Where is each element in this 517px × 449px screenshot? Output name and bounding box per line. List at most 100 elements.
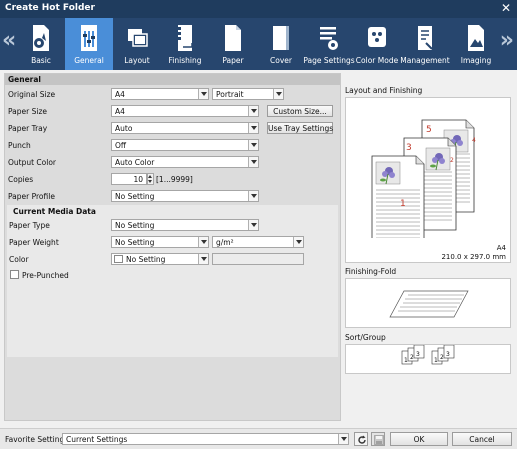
imaging-icon [468,25,484,51]
sort-group-preview: 1 2 3 1 2 3 [345,344,511,374]
output-color-select[interactable]: Auto Color [111,156,259,168]
custom-size-button[interactable]: Custom Size... [267,105,333,117]
fold-illustration [389,290,469,318]
page-number: 4 [472,137,476,144]
finishing-fold-title: Finishing-Fold [345,267,397,276]
paper-size-name: A4 [496,244,506,252]
tab-color-mode[interactable]: Color Mode [353,18,401,70]
ok-button[interactable]: OK [390,432,448,446]
output-color-label: Output Color [8,158,57,167]
sort-number: 2 [410,354,414,361]
sort-number: 3 [416,351,420,358]
punch-value: Off [115,141,127,150]
orientation-value: Portrait [216,90,244,99]
paper-weight-select[interactable]: No Setting [111,236,209,248]
sort-illustration: 1 2 3 1 2 3 [401,344,455,365]
chevron-down-icon [201,240,207,244]
output-color-value: Auto Color [115,158,155,167]
paper-size-dimensions: 210.0 x 297.0 mm [441,253,506,261]
color-mode-icon [368,27,386,47]
stepper-up-icon[interactable] [148,175,152,178]
chevron-down-icon [201,92,207,96]
tab-imaging[interactable]: Imaging [452,18,500,70]
paper-profile-value: No Setting [115,192,155,201]
function-toolbar: « Basic General Layout Finishing Paper C… [0,18,517,70]
copies-stepper[interactable] [147,173,154,185]
pre-punched-label: Pre-Punched [22,271,69,280]
orientation-select[interactable]: Portrait [212,88,284,100]
paper-size-value: A4 [115,107,125,116]
paper-type-select[interactable]: No Setting [111,219,259,231]
close-icon[interactable]: ✕ [501,1,511,15]
page-number: 2 [450,157,454,164]
tab-paper[interactable]: Paper [209,18,257,70]
title-bar: Create Hot Folder ✕ [0,0,517,18]
stepper-down-icon[interactable] [148,180,152,183]
paper-icon [225,25,241,51]
chevron-down-icon [251,143,257,147]
punch-select[interactable]: Off [111,139,259,151]
chevron-down-icon [251,223,257,227]
tab-label: Imaging [460,56,492,65]
sort-number: 1 [434,357,438,364]
paper-weight-value: No Setting [115,238,155,247]
tab-cover[interactable]: Cover [257,18,305,70]
color-label: Color [9,255,29,264]
save-icon [374,435,384,445]
color-select[interactable]: No Setting [111,253,209,265]
tab-finishing[interactable]: Finishing [161,18,209,70]
paper-profile-label: Paper Profile [8,192,55,201]
refresh-icon [358,435,366,444]
sort-number: 3 [446,351,450,358]
section-header-media: Current Media Data [13,207,96,216]
tab-management[interactable]: Management [400,18,450,70]
finishing-icon [178,25,193,51]
chevron-down-icon [276,92,282,96]
use-tray-settings-button[interactable]: Use Tray Settings [267,122,333,134]
chevron-down-icon [251,194,257,198]
page-number: 1 [400,199,406,209]
page-number: 5 [426,125,432,135]
favorite-setting-value: Current Settings [66,435,128,444]
paper-tray-value: Auto [115,124,133,133]
finishing-fold-preview [345,278,511,328]
cancel-button[interactable]: Cancel [452,432,512,446]
favorite-setting-label: Favorite Setting [5,435,65,444]
color-detail-field[interactable] [212,253,304,265]
paper-size-select[interactable]: A4 [111,105,259,117]
refresh-button[interactable] [354,432,368,446]
paper-weight-unit-value: g/m² [216,238,234,247]
favorite-setting-select[interactable]: Current Settings [62,433,349,445]
original-size-select[interactable]: A4 [111,88,209,100]
basic-icon [33,25,49,51]
paper-weight-label: Paper Weight [9,238,59,247]
chevron-down-icon [296,240,302,244]
paper-weight-unit-select[interactable]: g/m² [212,236,304,248]
paper-tray-select[interactable]: Auto [111,122,259,134]
scroll-right-icon[interactable]: » [500,28,514,53]
window-title: Create Hot Folder [5,3,95,13]
pre-punched-checkbox[interactable] [10,270,19,279]
chevron-down-icon [201,257,207,261]
layout-icon [128,29,148,47]
general-settings-panel: General Original Size A4 Portrait Paper … [4,73,341,421]
page-1 [371,155,425,238]
tab-basic[interactable]: Basic [17,18,65,70]
page-number: 3 [406,143,412,153]
copies-input[interactable]: 10 [111,173,147,185]
save-favorite-button[interactable] [371,432,385,446]
original-size-value: A4 [115,90,125,99]
color-value: No Setting [126,255,166,264]
sort-number: 1 [404,357,408,364]
paper-profile-select[interactable]: No Setting [111,190,259,202]
paper-type-label: Paper Type [9,221,50,230]
scroll-left-icon[interactable]: « [2,28,16,53]
management-icon [418,26,433,50]
general-icon [81,25,97,51]
current-media-data-section: Current Media Data Paper Type No Setting… [7,205,338,357]
stacked-pages-illustration: 5 4 3 2 1 [371,119,476,238]
tab-page-settings[interactable]: Page Settings [303,18,355,70]
page-settings-icon [320,27,338,50]
tab-general[interactable]: General [65,18,113,70]
tab-layout[interactable]: Layout [113,18,161,70]
